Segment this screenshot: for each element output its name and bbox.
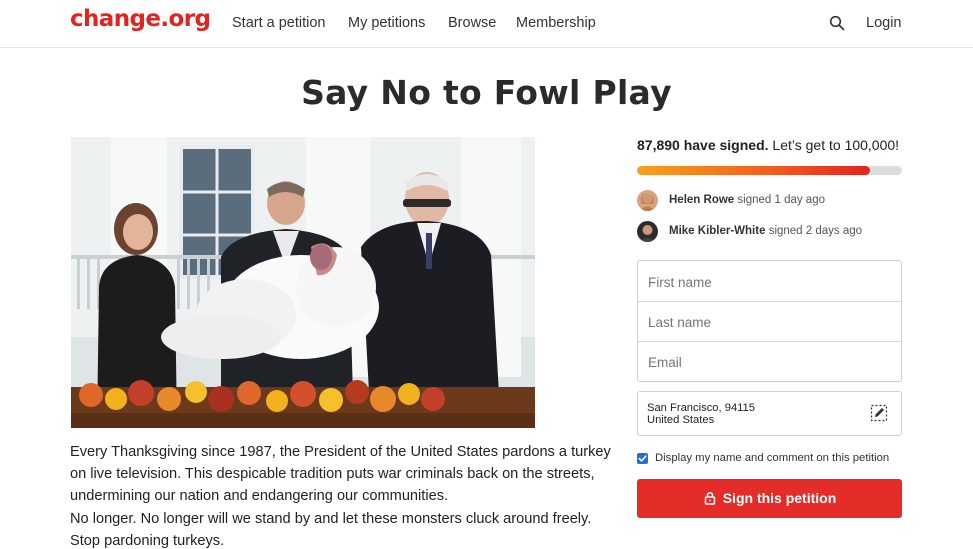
display-name-checkbox[interactable]	[637, 453, 648, 464]
location-box[interactable]: San Francisco, 94115 United States	[637, 391, 902, 436]
first-name-field[interactable]	[638, 262, 901, 302]
location-city: San Francisco, 94115	[647, 402, 756, 414]
sign-petition-label: Sign this petition	[722, 490, 837, 506]
sign-petition-button[interactable]: Sign this petition	[637, 479, 902, 518]
top-navigation-bar: change.org Start a petition My petitions…	[0, 0, 973, 48]
search-icon[interactable]	[829, 15, 845, 31]
signer-name: Mike Kibler-White	[669, 225, 766, 237]
description-paragraph-2: No longer. No longer will we stand by an…	[70, 510, 592, 549]
description-paragraph-1: Every Thanksgiving since 1987, the Presi…	[70, 444, 611, 505]
signature-count: 87,890 have signed.	[637, 137, 769, 153]
last-name-field[interactable]	[638, 302, 901, 342]
email-field[interactable]	[638, 342, 901, 382]
signer-action: signed 1 day ago	[737, 194, 825, 206]
signature-goal: Let’s get to 100,000!	[772, 137, 900, 153]
petition-description: Every Thanksgiving since 1987, the Presi…	[70, 441, 615, 549]
petition-photo	[71, 137, 535, 428]
nav-browse[interactable]: Browse	[448, 15, 496, 31]
display-name-checkbox-label: Display my name and comment on this peti…	[655, 452, 890, 464]
petition-title: Say No to Fowl Play	[301, 73, 672, 112]
nav-membership[interactable]: Membership	[516, 15, 596, 31]
signature-progress-fill	[637, 166, 870, 175]
signature-progress-bar	[637, 166, 902, 175]
nav-start-a-petition[interactable]: Start a petition	[232, 15, 326, 31]
nav-my-petitions[interactable]: My petitions	[348, 15, 425, 31]
login-link[interactable]: Login	[866, 15, 901, 31]
change-org-logo[interactable]: change.org	[70, 6, 211, 32]
checkmark-icon	[638, 455, 647, 462]
edit-location-icon[interactable]	[870, 404, 888, 422]
signer-name: Helen Rowe	[669, 194, 735, 206]
signature-form	[637, 260, 902, 382]
lock-icon	[704, 491, 715, 505]
avatar	[637, 190, 658, 211]
signature-count-text: 87,890 have signed. Let’s get to 100,000…	[637, 137, 899, 153]
avatar	[637, 221, 658, 242]
location-country: United States	[647, 414, 715, 426]
signer-action: signed 2 days ago	[768, 225, 863, 237]
